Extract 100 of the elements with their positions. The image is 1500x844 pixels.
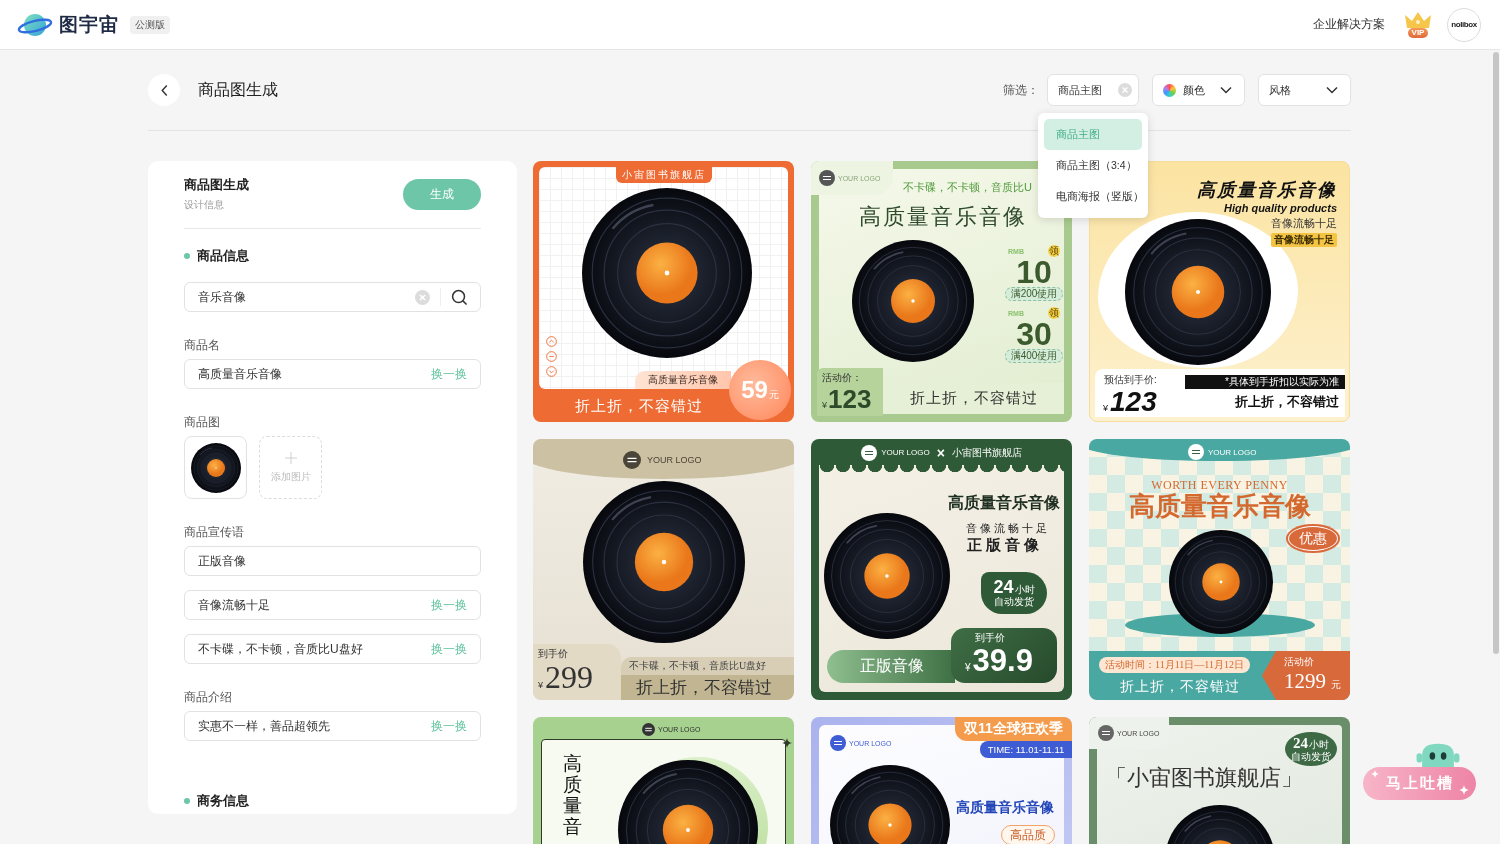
feature-strip: 不卡碟，不卡顿，音质比U盘好	[621, 657, 794, 675]
price-label: 预估到手价:	[1104, 374, 1157, 386]
section-title: 商务信息	[197, 793, 249, 809]
back-button[interactable]	[148, 74, 180, 106]
product-title: 高质量音	[563, 753, 582, 837]
sparkle-icon	[782, 738, 792, 748]
text-field[interactable]: 不卡碟，不卡顿，音质比U盘好 换一换	[184, 634, 481, 664]
product-title: 高质量音乐音像	[948, 493, 1060, 513]
scrollbar-thumb[interactable]	[1493, 52, 1499, 654]
text-field[interactable]: 实惠不一样，善品超领先 换一换	[184, 711, 481, 741]
price-label: 到手价	[538, 648, 569, 660]
brand-name: 图宇宙	[59, 12, 119, 37]
sparkle-icon	[1459, 785, 1469, 795]
slogan-text: 折上折，不容错过	[1120, 678, 1240, 695]
poster-card[interactable]: 小宙图书旗舰店 高质量音乐音像 折上折，不容错过 59元	[533, 161, 794, 422]
badge-unit: 小时	[1014, 584, 1035, 596]
price-text: 123	[828, 384, 872, 414]
section-title: 商品信息	[197, 248, 249, 264]
price-text: 1299	[1284, 668, 1326, 694]
event-banner: 双11全球狂欢季	[955, 717, 1072, 741]
text-field[interactable]: 正版音像	[184, 546, 481, 576]
chevron-left-icon	[159, 83, 169, 97]
logo-badge-icon	[642, 723, 655, 736]
minus-circle-icon	[546, 351, 557, 362]
currency-symbol: ¥	[1103, 403, 1108, 413]
note-bar: *具体到手折扣以实际为准	[1185, 375, 1345, 389]
poster-card[interactable]: YOUR LOGO WORTH EVERY PENNY 高质量音乐音像 优惠 活动时间：11月11日—11月12日 折上折，不容错过 活动价 1299 元	[1089, 439, 1350, 700]
feature-tag: 音像流畅十足	[1271, 233, 1337, 247]
price-text: 39.9	[972, 644, 1033, 678]
vinyl-record-drawing	[190, 442, 241, 493]
coupon-amount: 30	[1016, 319, 1052, 349]
image-thumbnail[interactable]	[184, 436, 247, 499]
filter-dropdown[interactable]: 风格	[1258, 74, 1351, 106]
product-title: 高质量音乐音像	[859, 204, 1027, 230]
filter-dropdown[interactable]: 颜色	[1152, 74, 1245, 106]
slogan-text: 折上折，不容错过	[575, 397, 703, 415]
poster-card[interactable]: YOUR LOGO 到手价 ¥299 不卡碟，不卡顿，音质比U盘好 折上折，不容错过	[533, 439, 794, 700]
chevron-down-icon	[1326, 86, 1338, 94]
clear-icon[interactable]	[1118, 83, 1132, 97]
subtitle-text: High quality products	[1223, 202, 1337, 215]
badge-number: 24	[993, 578, 1014, 596]
search-field[interactable]: 音乐音像	[184, 282, 481, 312]
price-text: 59	[741, 376, 768, 404]
bullet-dot-icon	[184, 798, 190, 804]
form-subtitle: 设计信息	[184, 199, 225, 211]
logo-text: YOUR LOGO	[881, 448, 930, 457]
text-field[interactable]: 音像流畅十足 换一换	[184, 590, 481, 620]
beta-badge: 公测版	[130, 15, 170, 34]
currency-symbol: ¥	[822, 400, 827, 410]
store-tab: 小宙图书旗舰店	[616, 167, 712, 183]
enterprise-link[interactable]: 企业解决方案	[1313, 16, 1385, 33]
sparkle-icon	[1371, 770, 1379, 778]
bullet-dot-icon	[184, 253, 190, 259]
currency-unit: 元	[768, 388, 779, 402]
price-text: 299	[545, 660, 593, 694]
currency-unit: 元	[1331, 678, 1341, 692]
product-title: 高质量音乐音像	[956, 798, 1054, 816]
slogan-text: 折上折，不容错过	[909, 389, 1038, 408]
vip-label: VIP	[1407, 28, 1429, 38]
chevron-down-circle-icon	[546, 366, 557, 377]
logo-text: YOUR LOGO	[647, 455, 702, 465]
cross-mark: ×	[936, 444, 945, 461]
poster-card[interactable]: YOUR LOGO × 小宙图书旗舰店 高质量音乐音像 音像流畅十足 正版音像 24小时 自动发货 正版音像 到手价 ¥39.9	[811, 439, 1072, 700]
field-label: 商品介绍	[184, 690, 233, 704]
filter-label: 筛选：	[1003, 81, 1039, 99]
crown-icon[interactable]	[1403, 11, 1433, 28]
field-label: 商品宣传语	[184, 525, 245, 539]
price-label: 活动价	[1284, 656, 1315, 668]
tag-pill: 正版音像	[827, 650, 955, 683]
slogan-text: 折上折，不容错过	[1235, 394, 1339, 410]
coupon-condition: 满200使用	[1005, 287, 1063, 301]
text-field[interactable]: 高质量音乐音像 换一换	[184, 359, 481, 389]
date-pill: 活动时间：11月11日—11月12日	[1099, 657, 1250, 673]
avatar[interactable]: nolibox	[1447, 7, 1481, 42]
logo-text: YOUR LOGO	[1208, 447, 1257, 457]
eyebrow-text: WORTH EVERY PENNY	[1150, 478, 1289, 492]
clear-icon[interactable]	[415, 289, 430, 305]
chevron-up-circle-icon	[546, 336, 557, 347]
discount-badge: 优惠	[1286, 524, 1340, 553]
product-name-tab: 高质量音乐音像	[635, 371, 731, 389]
badge-text: 自动发货	[1291, 751, 1331, 762]
search-icon[interactable]	[451, 288, 468, 306]
form-title: 商品图生成	[184, 177, 249, 193]
page-title: 商品图生成	[198, 79, 278, 100]
time-pill: TIME: 11.01-11.11	[980, 741, 1072, 758]
product-title: 高质量音乐音像	[1127, 492, 1312, 522]
coupon-condition: 满400使用	[1005, 349, 1063, 363]
price-label: 到手价	[974, 632, 1006, 644]
logo-badge-icon	[819, 170, 835, 186]
feature-text: 音像流畅十足	[1271, 217, 1337, 230]
badge-text: 自动发货	[994, 596, 1034, 608]
feature-text: 音像流畅十足	[966, 521, 1050, 535]
badge-unit: 小时	[1309, 739, 1329, 750]
plus-icon	[284, 451, 297, 464]
field-label: 商品名	[184, 338, 221, 352]
currency-symbol: ¥	[538, 680, 543, 690]
price-text: 123	[1110, 388, 1157, 416]
store-name: 小宙图书旗舰店	[951, 445, 1022, 460]
filter-chip[interactable]: 商品主图	[1047, 74, 1139, 106]
feature-tag: 高品质	[1001, 825, 1055, 844]
